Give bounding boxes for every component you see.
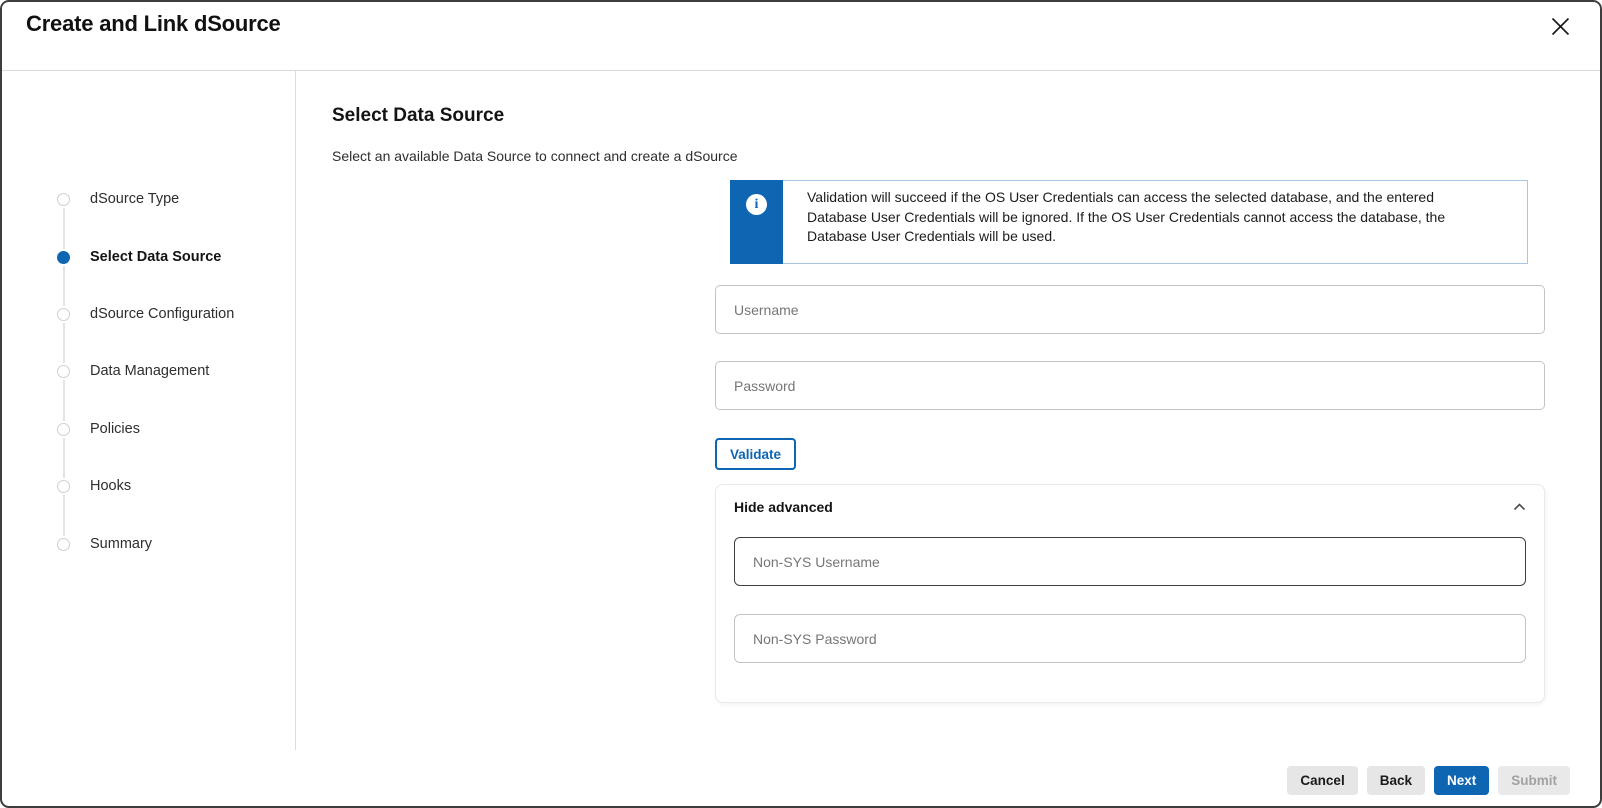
info-banner-text: Validation will succeed if the OS User C… bbox=[807, 188, 1462, 247]
step-dot bbox=[57, 365, 70, 378]
step-dot bbox=[57, 308, 70, 321]
submit-button[interactable]: Submit bbox=[1498, 766, 1570, 795]
non-sys-username-input[interactable] bbox=[734, 537, 1526, 586]
step-dot-active bbox=[57, 251, 70, 264]
stepper-step-dsource-type[interactable]: dSource Type bbox=[57, 191, 179, 207]
step-dot bbox=[57, 480, 70, 493]
next-button[interactable]: Next bbox=[1434, 766, 1489, 795]
stepper-step-dsource-configuration[interactable]: dSource Configuration bbox=[57, 306, 234, 322]
stepper-step-select-data-source[interactable]: Select Data Source bbox=[57, 249, 221, 265]
info-banner-icon-block: i bbox=[730, 180, 783, 264]
step-label: Select Data Source bbox=[90, 249, 221, 265]
step-label: dSource Configuration bbox=[90, 306, 234, 322]
page-subtitle: Select an available Data Source to conne… bbox=[332, 148, 737, 164]
stepper: dSource Type Select Data Source dSource … bbox=[2, 71, 295, 751]
step-label: dSource Type bbox=[90, 191, 179, 207]
stepper-step-policies[interactable]: Policies bbox=[57, 421, 140, 437]
step-label: Policies bbox=[90, 421, 140, 437]
data-source-form: i Validation will succeed if the OS User… bbox=[715, 180, 1545, 703]
advanced-toggle-label: Hide advanced bbox=[734, 499, 833, 515]
close-button[interactable] bbox=[1548, 14, 1572, 38]
back-button[interactable]: Back bbox=[1367, 766, 1425, 795]
close-icon bbox=[1551, 17, 1570, 36]
step-label: Summary bbox=[90, 536, 152, 552]
chevron-up-icon bbox=[1513, 503, 1526, 511]
dialog-title: Create and Link dSource bbox=[26, 11, 281, 37]
validate-button[interactable]: Validate bbox=[715, 438, 796, 470]
stepper-step-data-management[interactable]: Data Management bbox=[57, 363, 209, 379]
stepper-step-hooks[interactable]: Hooks bbox=[57, 478, 131, 494]
stepper-step-summary[interactable]: Summary bbox=[57, 536, 152, 552]
info-banner: i Validation will succeed if the OS User… bbox=[730, 180, 1528, 264]
cancel-button[interactable]: Cancel bbox=[1287, 766, 1357, 795]
advanced-section: Hide advanced bbox=[715, 484, 1545, 703]
step-dot bbox=[57, 423, 70, 436]
dialog-header: Create and Link dSource bbox=[2, 2, 1600, 71]
password-input[interactable] bbox=[715, 361, 1545, 410]
step-label: Hooks bbox=[90, 478, 131, 494]
info-banner-body: Validation will succeed if the OS User C… bbox=[783, 180, 1528, 264]
username-input[interactable] bbox=[715, 285, 1545, 334]
step-dot bbox=[57, 193, 70, 206]
create-link-dsource-dialog: Create and Link dSource dSource Type Sel… bbox=[0, 0, 1602, 808]
non-sys-password-input[interactable] bbox=[734, 614, 1526, 663]
info-icon: i bbox=[746, 194, 767, 215]
step-dot bbox=[57, 538, 70, 551]
step-label: Data Management bbox=[90, 363, 209, 379]
page-title: Select Data Source bbox=[332, 105, 504, 127]
sidebar-divider bbox=[295, 71, 296, 750]
advanced-toggle[interactable]: Hide advanced bbox=[734, 485, 1526, 515]
footer-actions: Cancel Back Next Submit bbox=[1287, 766, 1570, 795]
